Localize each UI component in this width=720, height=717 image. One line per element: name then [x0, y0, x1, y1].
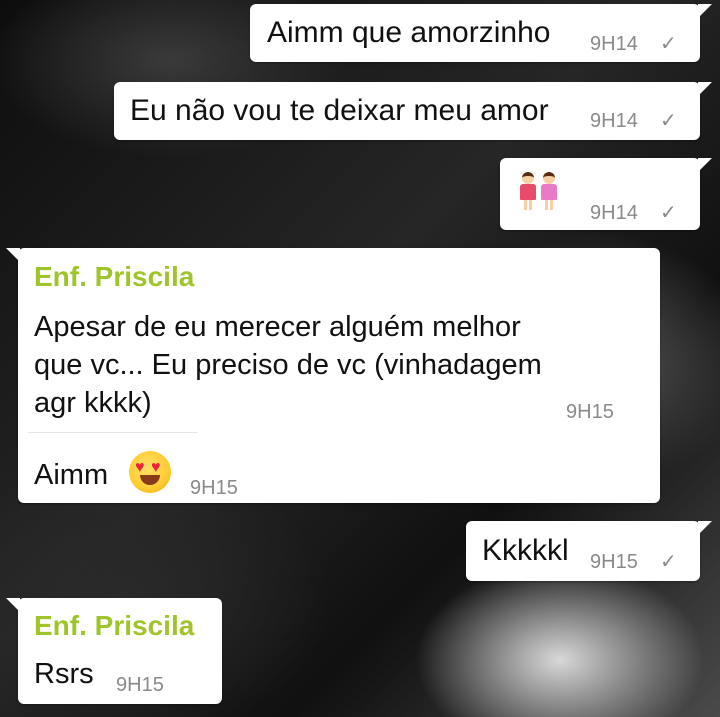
message-time: 9H14 — [590, 110, 638, 132]
incoming-message[interactable]: Enf. Priscila Rsrs 9H15 — [6, 598, 222, 704]
outgoing-message[interactable]: Aimm que amorzinho 9H14 ✓ — [250, 4, 712, 62]
incoming-message[interactable]: Enf. Priscila Apesar de eu merecer algué… — [6, 248, 660, 503]
message-time: 9H15 — [116, 674, 164, 696]
sent-check-icon: ✓ — [660, 110, 677, 132]
outgoing-message[interactable]: 9H14 ✓ — [500, 158, 712, 230]
sent-check-icon: ✓ — [660, 33, 677, 55]
sent-check-icon: ✓ — [660, 551, 677, 573]
message-line: Apesar de eu merecer alguém melhor — [34, 311, 521, 343]
reply-text: Aimm — [34, 459, 109, 491]
sender-name: Enf. Priscila — [34, 261, 195, 292]
sent-check-icon: ✓ — [660, 202, 677, 224]
message-text: Aimm que amorzinho — [267, 16, 551, 49]
message-time: 9H14 — [590, 33, 638, 55]
two-girls-emoji — [519, 172, 559, 214]
heart-eyes-emoji: ♥ ♥ — [129, 451, 171, 493]
outgoing-message[interactable]: Kkkkkl 9H15 ✓ — [466, 521, 712, 581]
message-line: que vc... Eu preciso de vc (vinhadagem — [34, 349, 542, 381]
outgoing-message[interactable]: Eu não vou te deixar meu amor 9H14 ✓ — [114, 82, 712, 140]
sender-name: Enf. Priscila — [34, 610, 195, 641]
message-time: 9H15 — [590, 551, 638, 573]
message-line: agr kkkk) — [34, 387, 152, 419]
message-divider — [28, 432, 198, 433]
message-time: 9H15 — [566, 401, 614, 423]
message-text: Kkkkkl — [482, 534, 569, 567]
message-text: Rsrs — [34, 658, 94, 690]
message-time: 9H14 — [590, 202, 638, 224]
message-text: Eu não vou te deixar meu amor — [130, 94, 549, 127]
reply-time: 9H15 — [190, 477, 238, 499]
